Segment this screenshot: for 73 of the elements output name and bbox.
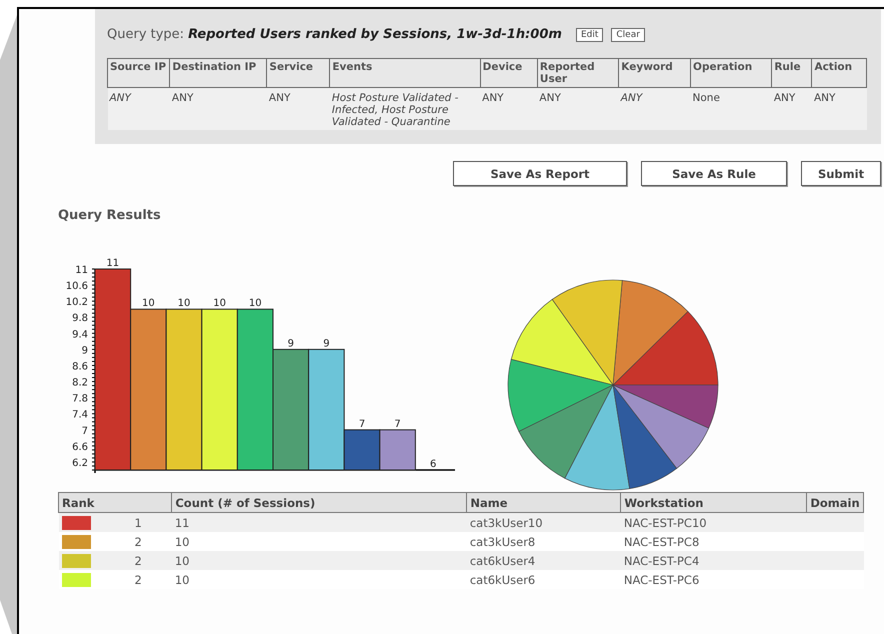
query-button[interactable]: Clear bbox=[611, 28, 645, 42]
table-cell: 10 bbox=[174, 572, 190, 586]
axis-tick-label: 7.8 bbox=[72, 394, 88, 405]
axis-tick-label: 10.6 bbox=[66, 281, 88, 292]
axis-tick-label: 10.2 bbox=[66, 297, 88, 308]
table-cell: NAC-EST-PC6 bbox=[624, 572, 700, 586]
axis-tick-label: 8.2 bbox=[72, 378, 88, 389]
column-header: Domain bbox=[806, 492, 864, 512]
table-cell: 1 bbox=[134, 516, 142, 530]
table-cell: ANY bbox=[480, 88, 538, 130]
data-label: 10 bbox=[178, 298, 190, 310]
axis-tick-label: 9 bbox=[82, 345, 88, 356]
table-cell: cat6kUser6 bbox=[470, 572, 536, 586]
axis-tick-label: 9.4 bbox=[72, 329, 88, 340]
table-cell: NAC-EST-PC8 bbox=[624, 534, 700, 548]
axis-tick-label: 8.6 bbox=[72, 361, 88, 372]
axis-tick-label: 6.6 bbox=[72, 442, 88, 453]
column-header: Action bbox=[812, 58, 866, 88]
column-header: Source IP bbox=[108, 58, 170, 88]
table-cell: ANY bbox=[537, 88, 619, 130]
data-label: 10 bbox=[248, 298, 262, 310]
table-cell: 11 bbox=[174, 516, 190, 530]
axis-tick-label: 9.8 bbox=[72, 313, 88, 324]
table-cell: ANY bbox=[266, 88, 330, 130]
table-cell: None bbox=[690, 88, 772, 130]
table-cell: ANY bbox=[170, 88, 267, 130]
data-label: 9 bbox=[323, 338, 330, 350]
query-button[interactable]: Edit bbox=[576, 28, 604, 42]
data-label: 6 bbox=[430, 459, 436, 470]
table-cell: 10 bbox=[174, 534, 190, 548]
axis-tick-label: 6.2 bbox=[72, 458, 88, 469]
table-cell: ANY bbox=[772, 88, 812, 130]
data-label: 10 bbox=[213, 298, 226, 310]
data-label: 7 bbox=[394, 418, 401, 430]
axis-tick-label: 7.4 bbox=[72, 410, 88, 421]
table-cell: cat3kUser10 bbox=[470, 516, 543, 530]
query-type-label: Query type: bbox=[107, 27, 184, 42]
table-cell: ANY bbox=[812, 88, 866, 130]
column-header: Service bbox=[266, 58, 330, 88]
table-cell: 10 bbox=[174, 554, 190, 568]
table-cell: NAC-EST-PC10 bbox=[624, 516, 707, 530]
table-cell: Host Posture Validated - Infected, Host Posture Validated - Quarantine bbox=[330, 88, 480, 130]
section-title: Query Results bbox=[58, 208, 162, 223]
column-header: Name bbox=[466, 492, 621, 512]
column-header: Workstation bbox=[620, 492, 807, 512]
table-cell: 2 bbox=[134, 554, 142, 568]
column-header: Operation bbox=[690, 58, 772, 88]
table-cell: ANY bbox=[108, 88, 170, 130]
column-header: Keyword bbox=[618, 58, 691, 88]
table-cell: cat6kUser4 bbox=[470, 554, 536, 568]
column-header: Rule bbox=[772, 58, 812, 88]
axis-tick-label: 11 bbox=[75, 265, 88, 276]
action-button[interactable]: Save As Rule bbox=[641, 161, 787, 186]
table-cell: 2 bbox=[134, 572, 142, 586]
column-header: Reported User bbox=[537, 58, 619, 88]
column-header: Destination IP bbox=[170, 58, 267, 88]
action-button[interactable]: Submit bbox=[801, 161, 881, 186]
data-label: 9 bbox=[288, 338, 294, 350]
table-cell: ANY bbox=[618, 88, 691, 130]
table-cell: NAC-EST-PC4 bbox=[624, 554, 700, 568]
query-type-value: Reported Users ranked by Sessions, 1w-3d-1h:00m bbox=[188, 27, 562, 42]
data-label: 10 bbox=[142, 298, 155, 310]
table-cell: 2 bbox=[134, 534, 142, 548]
table-cell: cat3kUser8 bbox=[470, 534, 536, 548]
action-button[interactable]: Save As Report bbox=[453, 161, 627, 186]
column-header: Count (# of Sessions) bbox=[172, 492, 467, 512]
data-label: 11 bbox=[106, 258, 120, 269]
column-header: Device bbox=[480, 58, 538, 88]
data-label: 7 bbox=[358, 418, 366, 430]
column-header: Rank bbox=[58, 492, 172, 512]
axis-tick-label: 7 bbox=[82, 426, 88, 437]
bar bbox=[379, 429, 416, 470]
column-header: Events bbox=[330, 58, 480, 88]
